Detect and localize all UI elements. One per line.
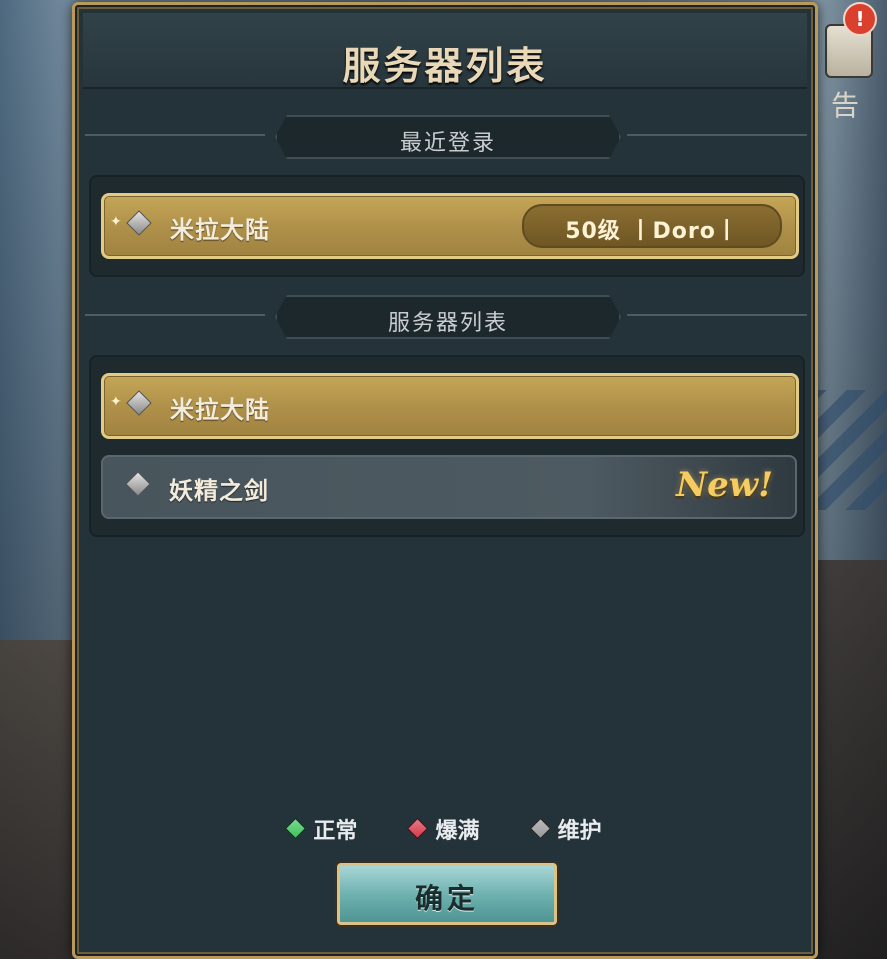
server-name: 米拉大陆: [170, 396, 270, 424]
server-row-selected[interactable]: ✦ 米拉大陆: [101, 373, 799, 439]
server-name: 米拉大陆: [170, 216, 270, 244]
dialog-header: 服务器列表: [83, 13, 807, 89]
legend-label: 正常: [313, 819, 358, 844]
divider-line: [85, 314, 265, 316]
server-list: ✦ 米拉大陆 妖精之剑 New!: [89, 355, 805, 537]
dialog-title: 服务器列表: [342, 44, 548, 88]
notice-label: 告: [831, 89, 860, 122]
list-section-label: 服务器列表: [387, 311, 508, 336]
server-name: 妖精之剑: [169, 477, 269, 505]
server-status-gem-icon: [126, 210, 152, 236]
recent-section-label: 最近登录: [399, 131, 496, 156]
red-gem-icon: [407, 817, 429, 840]
status-legend: 正常 爆满 维护: [75, 813, 815, 845]
server-list-dialog: 服务器列表 最近登录 ✦ 米拉大陆 50级 丨Doro丨 服务器列表 ✦ 米拉大…: [72, 2, 818, 959]
sparkle-icon: ✦: [110, 394, 122, 410]
legend-full: 爆满: [407, 813, 480, 845]
divider-line: [85, 134, 265, 136]
legend-label: 维护: [557, 819, 602, 844]
divider-line: [627, 314, 807, 316]
server-status-gem-icon: [125, 471, 151, 497]
legend-maintenance: 维护: [529, 813, 602, 845]
confirm-button[interactable]: 确定: [337, 863, 557, 925]
legend-label: 爆满: [435, 819, 480, 844]
new-badge: New!: [676, 465, 773, 505]
server-row[interactable]: 妖精之剑 New!: [101, 455, 797, 519]
green-gem-icon: [285, 817, 307, 840]
background-ship-right: [807, 560, 887, 959]
background-flags: [807, 390, 887, 510]
section-plate: 服务器列表: [275, 295, 621, 339]
divider-line: [627, 134, 807, 136]
character-info-tag: 50级 丨Doro丨: [522, 204, 782, 248]
background-ship-left: [0, 640, 80, 959]
alert-badge-icon: !: [843, 2, 877, 36]
confirm-label: 确定: [414, 882, 479, 915]
recent-server-row[interactable]: ✦ 米拉大陆 50级 丨Doro丨: [101, 193, 799, 259]
sparkle-icon: ✦: [110, 214, 122, 230]
recent-server-list: ✦ 米拉大陆 50级 丨Doro丨: [89, 175, 805, 277]
recent-section-divider: 最近登录: [85, 115, 807, 155]
character-info-text: 50级 丨Doro丨: [565, 219, 739, 244]
legend-normal: 正常: [285, 813, 358, 845]
section-plate: 最近登录: [275, 115, 621, 159]
notice-board-button[interactable]: 告 !: [819, 2, 887, 122]
server-status-gem-icon: [126, 390, 152, 416]
list-section-divider: 服务器列表: [85, 295, 807, 335]
gray-gem-icon: [529, 817, 551, 840]
